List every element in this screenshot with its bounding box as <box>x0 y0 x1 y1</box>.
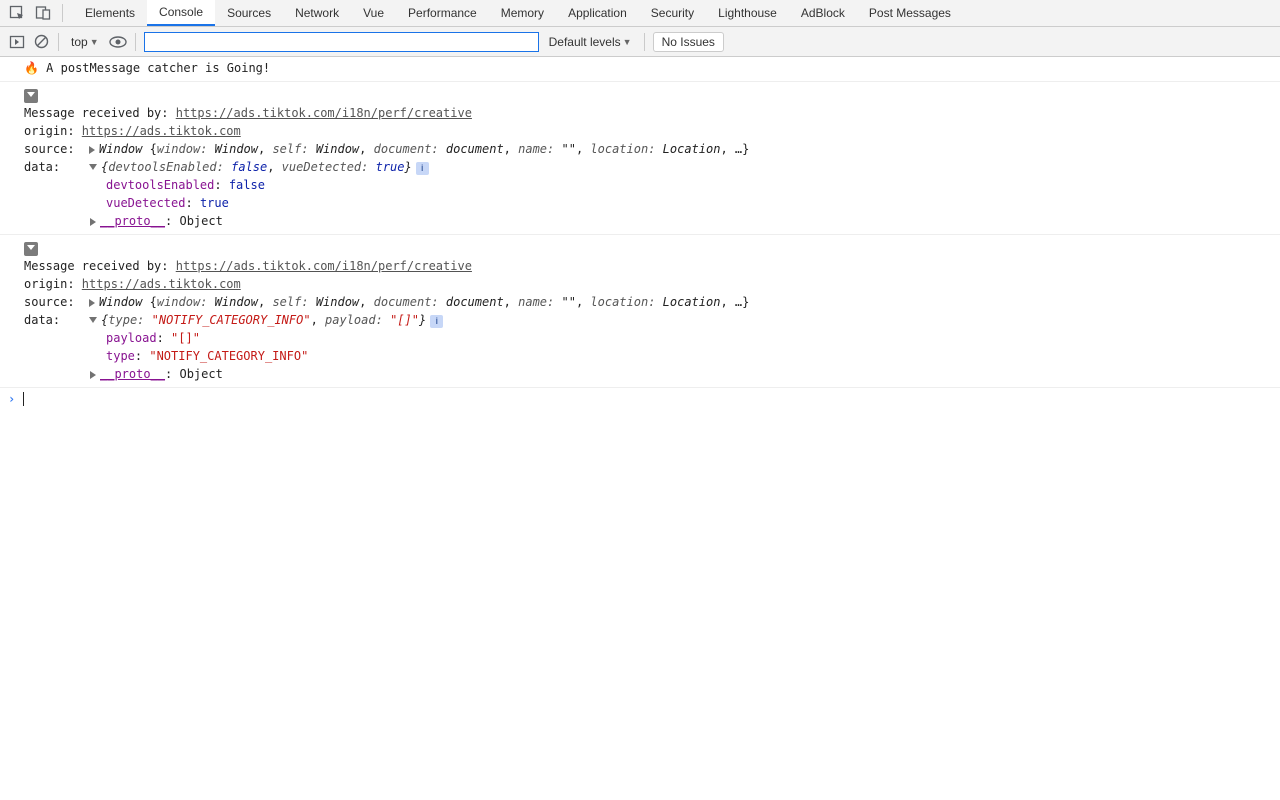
object-property[interactable]: payload: "[]" <box>24 329 1280 347</box>
expand-icon[interactable] <box>89 146 95 154</box>
chevron-down-icon: ▼ <box>623 37 632 47</box>
expand-icon[interactable] <box>90 371 96 379</box>
levels-label: Default levels <box>549 35 621 49</box>
cursor <box>23 392 24 406</box>
tab-post-messages[interactable]: Post Messages <box>857 0 963 26</box>
context-label: top <box>71 35 88 49</box>
console-banner: 🔥 A postMessage catcher is Going! <box>0 57 1280 82</box>
tabs-left-controls <box>0 0 73 26</box>
info-badge-icon[interactable]: i <box>430 315 443 328</box>
object-property[interactable]: devtoolsEnabled: false <box>24 176 1280 194</box>
console-prompt[interactable]: › <box>0 388 1280 410</box>
console-output: 🔥 A postMessage catcher is Going! Messag… <box>0 57 1280 410</box>
device-toggle-icon[interactable] <box>34 4 52 22</box>
separator <box>135 33 136 51</box>
origin-url[interactable]: https://ads.tiktok.com <box>82 277 241 291</box>
data-label: data: <box>24 313 89 327</box>
object-proto[interactable]: __proto__: Object <box>24 212 1280 230</box>
live-expression-icon[interactable] <box>109 33 127 51</box>
separator <box>58 33 59 51</box>
tab-application[interactable]: Application <box>556 0 639 26</box>
clear-console-icon[interactable] <box>32 33 50 51</box>
collapse-icon[interactable] <box>89 317 97 323</box>
tab-security[interactable]: Security <box>639 0 706 26</box>
collapse-icon[interactable] <box>89 164 97 170</box>
prompt-chevron-icon: › <box>8 392 15 406</box>
tab-network[interactable]: Network <box>283 0 351 26</box>
issues-button[interactable]: No Issues <box>653 32 724 52</box>
tab-lighthouse[interactable]: Lighthouse <box>706 0 789 26</box>
received-by-label: Message received by: <box>24 259 176 273</box>
origin-label: origin: <box>24 124 82 138</box>
separator <box>644 33 645 51</box>
object-property[interactable]: type: "NOTIFY_CATEGORY_INFO" <box>24 347 1280 365</box>
devtools-tabs-bar: ElementsConsoleSourcesNetworkVuePerforma… <box>0 0 1280 27</box>
inspect-icon[interactable] <box>8 4 26 22</box>
sidebar-toggle-icon[interactable] <box>8 33 26 51</box>
download-arrow-icon <box>24 89 38 103</box>
tab-console[interactable]: Console <box>147 0 215 26</box>
received-by-url[interactable]: https://ads.tiktok.com/i18n/perf/creativ… <box>176 259 472 273</box>
received-by-url[interactable]: https://ads.tiktok.com/i18n/perf/creativ… <box>176 106 472 120</box>
banner-text: 🔥 A postMessage catcher is Going! <box>24 61 270 75</box>
console-message: Message received by: https://ads.tiktok.… <box>0 235 1280 388</box>
object-proto[interactable]: __proto__: Object <box>24 365 1280 383</box>
origin-url[interactable]: https://ads.tiktok.com <box>82 124 241 138</box>
tab-elements[interactable]: Elements <box>73 0 147 26</box>
tab-memory[interactable]: Memory <box>489 0 556 26</box>
tab-list: ElementsConsoleSourcesNetworkVuePerforma… <box>73 0 963 26</box>
expand-icon[interactable] <box>89 299 95 307</box>
origin-label: origin: <box>24 277 82 291</box>
source-label: source: <box>24 295 89 309</box>
object-property[interactable]: vueDetected: true <box>24 194 1280 212</box>
received-by-label: Message received by: <box>24 106 176 120</box>
log-levels-selector[interactable]: Default levels ▼ <box>545 33 636 51</box>
context-selector[interactable]: top ▼ <box>67 33 103 51</box>
filter-input[interactable] <box>144 32 539 52</box>
tab-performance[interactable]: Performance <box>396 0 489 26</box>
expand-icon[interactable] <box>90 218 96 226</box>
chevron-down-icon: ▼ <box>90 37 99 47</box>
separator <box>62 4 63 22</box>
console-message: Message received by: https://ads.tiktok.… <box>0 82 1280 235</box>
download-arrow-icon <box>24 242 38 256</box>
info-badge-icon[interactable]: i <box>416 162 429 175</box>
source-label: source: <box>24 142 89 156</box>
tab-vue[interactable]: Vue <box>351 0 396 26</box>
tab-sources[interactable]: Sources <box>215 0 283 26</box>
data-label: data: <box>24 160 89 174</box>
tab-adblock[interactable]: AdBlock <box>789 0 857 26</box>
console-toolbar: top ▼ Default levels ▼ No Issues <box>0 27 1280 57</box>
